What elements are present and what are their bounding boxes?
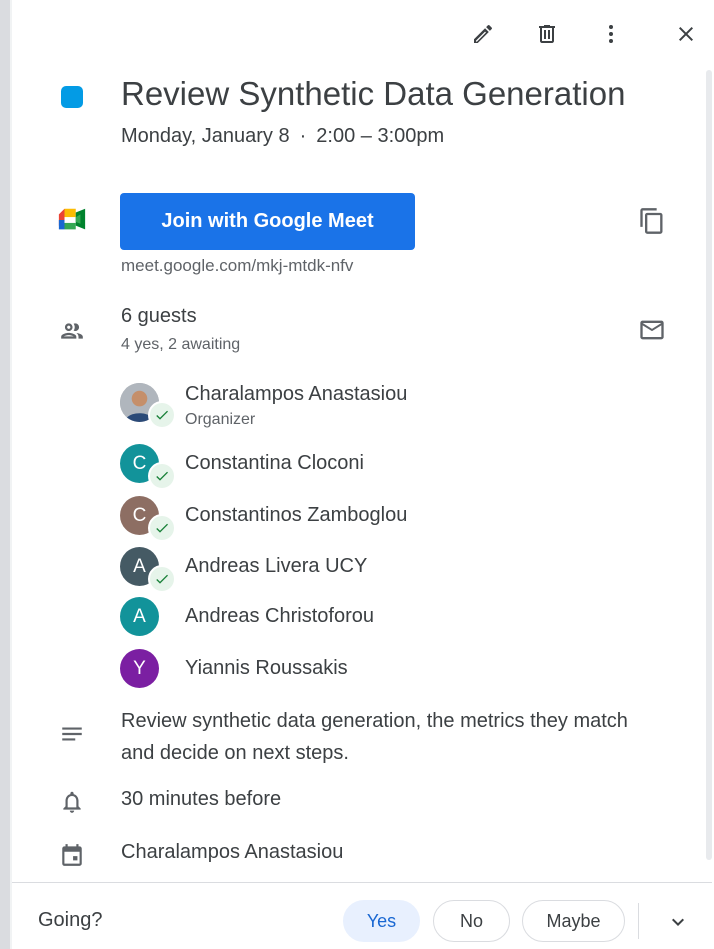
reminder-text: 30 minutes before bbox=[121, 788, 282, 810]
calendar-owner: Charalampos Anastasiou bbox=[121, 841, 344, 863]
mail-icon bbox=[640, 320, 664, 340]
guest-name: Andreas Livera UCY bbox=[185, 555, 368, 577]
rsvp-expand-button[interactable] bbox=[658, 902, 698, 942]
close-icon bbox=[679, 27, 693, 41]
check-icon bbox=[156, 523, 168, 533]
guest-item[interactable]: Y Yiannis Roussakis bbox=[120, 649, 640, 691]
guest-name: Charalampos Anastasiou bbox=[185, 383, 408, 405]
bell-icon bbox=[56, 786, 88, 818]
check-icon bbox=[156, 471, 168, 481]
people-icon bbox=[56, 315, 88, 347]
guest-item[interactable]: Charalampos Anastasiou Organizer bbox=[120, 383, 640, 429]
guest-item[interactable]: A Andreas Christoforou bbox=[120, 597, 640, 639]
avatar: A bbox=[120, 597, 159, 636]
close-button[interactable] bbox=[666, 14, 706, 54]
rsvp-no-button[interactable]: No bbox=[433, 900, 510, 942]
chevron-down-icon bbox=[672, 918, 684, 926]
guest-item[interactable]: C Constantinos Zamboglou bbox=[120, 496, 640, 542]
guest-name: Yiannis Roussakis bbox=[185, 657, 348, 679]
accepted-badge bbox=[148, 565, 176, 593]
guest-item[interactable]: C Constantina Cloconi bbox=[120, 444, 640, 490]
event-datetime: Monday, January 8 · 2:00 – 3:00pm bbox=[121, 125, 444, 148]
email-guests-button[interactable] bbox=[636, 314, 668, 346]
calendar-icon bbox=[56, 839, 88, 871]
guest-name: Constantinos Zamboglou bbox=[185, 504, 408, 526]
avatar: Y bbox=[120, 649, 159, 688]
guest-summary: 4 yes, 2 awaiting bbox=[121, 336, 241, 353]
check-icon bbox=[156, 574, 168, 584]
copy-icon bbox=[640, 208, 663, 234]
more-vert-icon bbox=[609, 25, 613, 43]
accepted-badge bbox=[148, 401, 176, 429]
meet-link[interactable]: meet.google.com/mkj-mtdk-nfv bbox=[121, 256, 353, 276]
rsvp-maybe-button[interactable]: Maybe bbox=[522, 900, 625, 942]
side-panel-edge bbox=[0, 0, 10, 949]
event-color-indicator bbox=[61, 86, 83, 108]
pencil-icon bbox=[474, 24, 493, 43]
event-time: 2:00 – 3:00pm bbox=[316, 125, 445, 147]
side-panel-edge-inner bbox=[10, 0, 12, 949]
footer-divider bbox=[12, 882, 712, 883]
toolbar bbox=[460, 14, 710, 54]
edit-button[interactable] bbox=[463, 14, 503, 54]
more-options-button[interactable] bbox=[591, 14, 631, 54]
guest-count: 6 guests bbox=[121, 305, 197, 327]
google-meet-icon bbox=[56, 204, 88, 236]
guest-name: Constantina Cloconi bbox=[185, 452, 364, 474]
join-meet-button[interactable]: Join with Google Meet bbox=[120, 193, 415, 250]
delete-button[interactable] bbox=[527, 14, 567, 54]
accepted-badge bbox=[148, 462, 176, 490]
notes-icon bbox=[56, 718, 88, 750]
trash-icon bbox=[539, 25, 555, 43]
copy-link-button[interactable] bbox=[636, 205, 668, 237]
footer-vertical-divider bbox=[638, 903, 639, 939]
rsvp-yes-button[interactable]: Yes bbox=[343, 900, 420, 942]
datetime-separator: · bbox=[299, 125, 307, 147]
check-icon bbox=[156, 410, 168, 420]
scrollbar[interactable] bbox=[706, 70, 712, 860]
rsvp-question: Going? bbox=[38, 909, 103, 931]
event-title: Review Synthetic Data Generation bbox=[121, 75, 626, 112]
accepted-badge bbox=[148, 514, 176, 542]
guest-item[interactable]: A Andreas Livera UCY bbox=[120, 547, 640, 593]
event-description: Review synthetic data generation, the me… bbox=[121, 710, 628, 764]
event-date: Monday, January 8 bbox=[121, 125, 290, 147]
guest-role: Organizer bbox=[185, 411, 256, 428]
guest-name: Andreas Christoforou bbox=[185, 605, 374, 627]
